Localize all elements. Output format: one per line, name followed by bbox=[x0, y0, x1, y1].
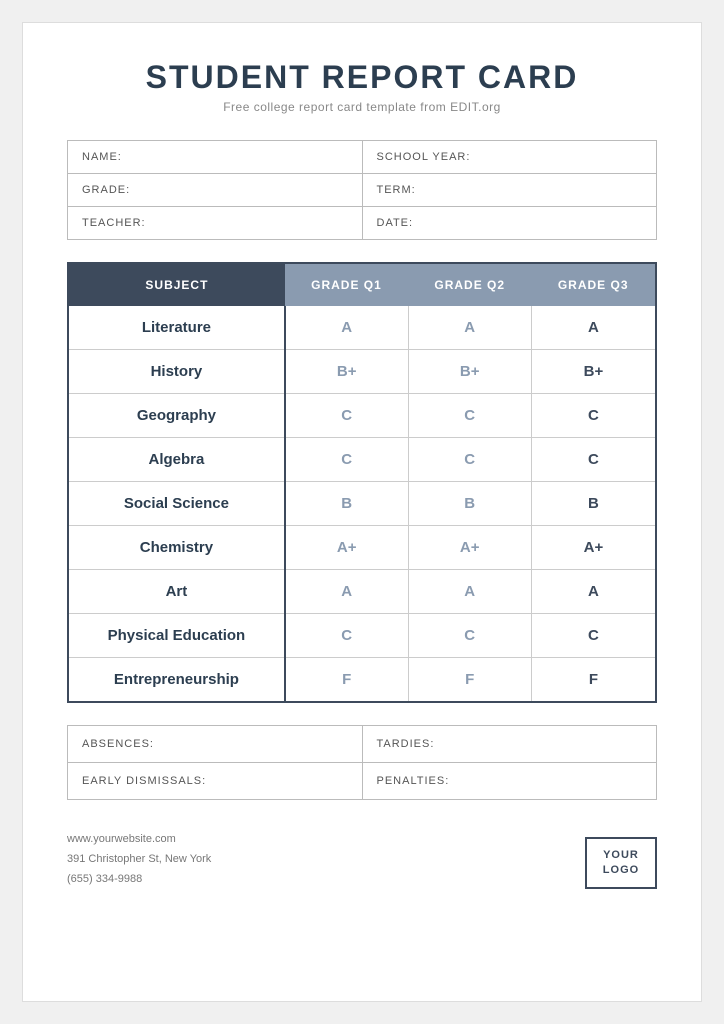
q3-cell: A bbox=[531, 570, 656, 614]
footer-phone: (655) 334-9988 bbox=[67, 870, 211, 890]
q1-cell: A bbox=[285, 570, 408, 614]
report-subtitle: Free college report card template from E… bbox=[67, 100, 657, 114]
grades-row: Literature A A A bbox=[68, 306, 656, 350]
penalties-label: PENALTIES: bbox=[362, 763, 657, 800]
q1-cell: B+ bbox=[285, 350, 408, 394]
attendance-row-1: ABSENCES: TARDIES: bbox=[68, 726, 657, 763]
teacher-label: TEACHER: bbox=[68, 207, 363, 240]
grade-q2-header: GRADE Q2 bbox=[408, 263, 531, 306]
q2-cell: C bbox=[408, 438, 531, 482]
q2-cell: A bbox=[408, 570, 531, 614]
q3-cell: C bbox=[531, 394, 656, 438]
q1-cell: C bbox=[285, 438, 408, 482]
subject-header: SUBJECT bbox=[68, 263, 285, 306]
term-label: TERM: bbox=[362, 174, 657, 207]
q2-cell: C bbox=[408, 614, 531, 658]
q1-cell: A+ bbox=[285, 526, 408, 570]
subject-cell: Entrepreneurship bbox=[68, 658, 285, 703]
date-label: DATE: bbox=[362, 207, 657, 240]
report-card-page: STUDENT REPORT CARD Free college report … bbox=[22, 22, 702, 1002]
grades-row: Physical Education C C C bbox=[68, 614, 656, 658]
grades-row: Entrepreneurship F F F bbox=[68, 658, 656, 703]
tardies-label: TARDIES: bbox=[362, 726, 657, 763]
grades-row: Geography C C C bbox=[68, 394, 656, 438]
q2-cell: B+ bbox=[408, 350, 531, 394]
absences-label: ABSENCES: bbox=[68, 726, 363, 763]
q1-cell: B bbox=[285, 482, 408, 526]
info-table: NAME: SCHOOL YEAR: GRADE: TERM: TEACHER:… bbox=[67, 140, 657, 240]
q2-cell: A bbox=[408, 306, 531, 350]
subject-cell: Chemistry bbox=[68, 526, 285, 570]
q1-cell: C bbox=[285, 614, 408, 658]
subject-cell: Literature bbox=[68, 306, 285, 350]
grades-table: SUBJECT GRADE Q1 GRADE Q2 GRADE Q3 Liter… bbox=[67, 262, 657, 703]
footer-logo: YOURLOGO bbox=[585, 837, 657, 889]
q3-cell: A+ bbox=[531, 526, 656, 570]
footer: www.yourwebsite.com 391 Christopher St, … bbox=[67, 830, 657, 889]
footer-street: 391 Christopher St, New York bbox=[67, 850, 211, 870]
grades-row: Social Science B B B bbox=[68, 482, 656, 526]
q2-cell: A+ bbox=[408, 526, 531, 570]
school-year-label: SCHOOL YEAR: bbox=[362, 141, 657, 174]
q3-cell: B+ bbox=[531, 350, 656, 394]
q3-cell: A bbox=[531, 306, 656, 350]
report-title: STUDENT REPORT CARD bbox=[67, 59, 657, 96]
grades-row: Algebra C C C bbox=[68, 438, 656, 482]
q3-cell: B bbox=[531, 482, 656, 526]
q1-cell: A bbox=[285, 306, 408, 350]
q3-cell: C bbox=[531, 438, 656, 482]
footer-website: www.yourwebsite.com bbox=[67, 830, 211, 850]
grades-row: History B+ B+ B+ bbox=[68, 350, 656, 394]
info-row-3: TEACHER: DATE: bbox=[68, 207, 657, 240]
q2-cell: F bbox=[408, 658, 531, 703]
q3-cell: F bbox=[531, 658, 656, 703]
grades-row: Art A A A bbox=[68, 570, 656, 614]
info-row-1: NAME: SCHOOL YEAR: bbox=[68, 141, 657, 174]
grade-label: GRADE: bbox=[68, 174, 363, 207]
subject-cell: History bbox=[68, 350, 285, 394]
subject-cell: Algebra bbox=[68, 438, 285, 482]
grades-row: Chemistry A+ A+ A+ bbox=[68, 526, 656, 570]
name-label: NAME: bbox=[68, 141, 363, 174]
attendance-row-2: EARLY DISMISSALS: PENALTIES: bbox=[68, 763, 657, 800]
subject-cell: Geography bbox=[68, 394, 285, 438]
q3-cell: C bbox=[531, 614, 656, 658]
early-dismissals-label: EARLY DISMISSALS: bbox=[68, 763, 363, 800]
grade-q1-header: GRADE Q1 bbox=[285, 263, 408, 306]
q1-cell: F bbox=[285, 658, 408, 703]
q2-cell: C bbox=[408, 394, 531, 438]
header: STUDENT REPORT CARD Free college report … bbox=[67, 59, 657, 114]
q2-cell: B bbox=[408, 482, 531, 526]
q1-cell: C bbox=[285, 394, 408, 438]
subject-cell: Art bbox=[68, 570, 285, 614]
subject-cell: Physical Education bbox=[68, 614, 285, 658]
info-row-2: GRADE: TERM: bbox=[68, 174, 657, 207]
attendance-table: ABSENCES: TARDIES: EARLY DISMISSALS: PEN… bbox=[67, 725, 657, 800]
grades-header-row: SUBJECT GRADE Q1 GRADE Q2 GRADE Q3 bbox=[68, 263, 656, 306]
footer-address: www.yourwebsite.com 391 Christopher St, … bbox=[67, 830, 211, 889]
grade-q3-header: GRADE Q3 bbox=[531, 263, 656, 306]
subject-cell: Social Science bbox=[68, 482, 285, 526]
